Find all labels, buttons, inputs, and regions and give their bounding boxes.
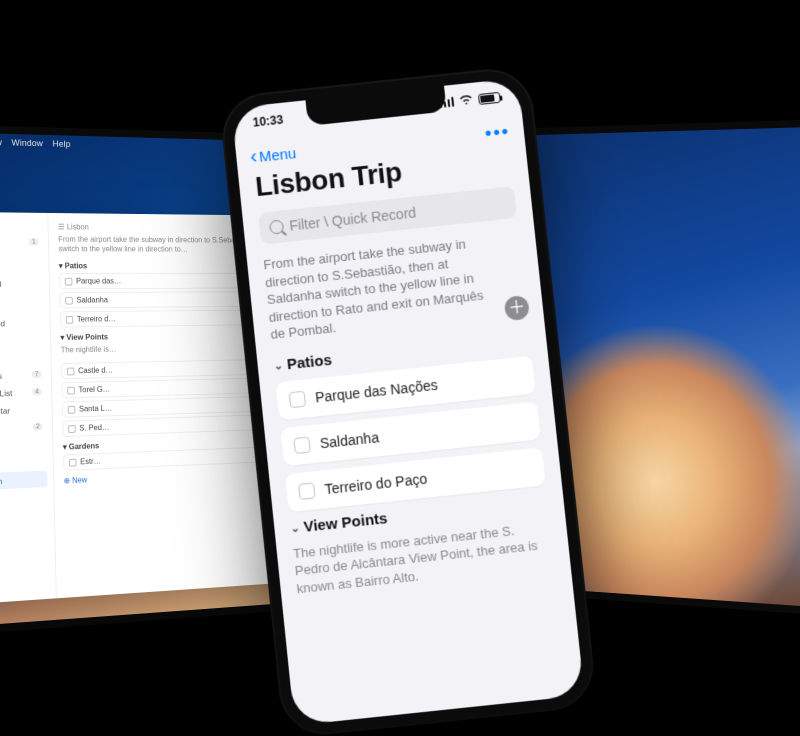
- count-badge: 1: [29, 239, 39, 246]
- more-button[interactable]: •••: [484, 120, 511, 143]
- sidebar-item-project[interactable]: ☰Project Star: [0, 401, 46, 420]
- menu-window[interactable]: Window: [11, 138, 43, 148]
- checkbox-icon[interactable]: [66, 315, 74, 323]
- checkbox-icon[interactable]: [293, 436, 311, 454]
- back-button[interactable]: ‹ Menu: [249, 143, 297, 168]
- section-title: View Points: [303, 510, 388, 536]
- count-badge: 4: [32, 388, 42, 395]
- menu-view[interactable]: View: [0, 137, 2, 147]
- checkbox-icon[interactable]: [67, 386, 75, 394]
- back-label: Menu: [258, 145, 297, 166]
- sidebar-item-label: Project Star: [0, 405, 10, 416]
- search-icon: [269, 219, 284, 234]
- sidebar-item-groceries[interactable]: ☰Groceries7: [0, 366, 45, 385]
- iphone-content: Lisbon Trip Filter \ Quick Record From t…: [238, 141, 585, 726]
- sidebar-item-label: Upcoming: [0, 278, 2, 288]
- sidebar-item-deleted[interactable]: 🗑Deleted: [0, 332, 45, 350]
- sidebar-item-overdue[interactable]: ⏰Overdue: [0, 291, 44, 308]
- checkbox-icon[interactable]: [68, 405, 76, 413]
- sidebar-item-completed[interactable]: ✔︎Completed: [0, 314, 44, 332]
- sidebar-item-upcoming[interactable]: 📅Upcoming: [0, 274, 43, 291]
- chevron-down-icon: ⌄: [290, 521, 301, 535]
- iphone-screen: 10:33 ‹ Menu ••• Lisb: [231, 78, 584, 726]
- checkbox-icon[interactable]: [69, 458, 77, 466]
- battery-icon: [478, 91, 501, 104]
- checkbox-icon[interactable]: [68, 425, 76, 433]
- chevron-left-icon: ‹: [249, 146, 258, 166]
- search-placeholder: Filter \ Quick Record: [289, 205, 417, 234]
- chevron-down-icon: ⌄: [273, 359, 283, 373]
- add-button[interactable]: ＋: [504, 295, 530, 321]
- checkbox-icon[interactable]: [65, 277, 73, 285]
- sidebar-item-inbox[interactable]: 📥 Inbox 1: [0, 233, 42, 250]
- new-list-button[interactable]: ⊕New List: [0, 514, 49, 530]
- status-time: 10:33: [252, 113, 284, 130]
- sidebar-item-label: Lisbon: [0, 476, 3, 487]
- sidebar-item-label: Groceries: [0, 371, 2, 382]
- sidebar-item-label: Completed: [0, 318, 5, 328]
- count-badge: 7: [32, 371, 42, 378]
- sidebar-item-reading[interactable]: ☰Reading List4: [0, 384, 46, 403]
- checkbox-icon[interactable]: [298, 482, 316, 500]
- menu-help[interactable]: Help: [52, 139, 70, 149]
- sidebar-item-today[interactable]: ★Today: [0, 257, 43, 274]
- trip-note: From the airport take the subway in dire…: [263, 230, 528, 344]
- count-badge: 2: [33, 423, 43, 430]
- sidebar-item-paris[interactable]: ☰Paris: [0, 488, 48, 509]
- task-label: Saldanha: [319, 429, 380, 451]
- plus-icon: ＋: [507, 298, 526, 317]
- checkbox-icon[interactable]: [289, 390, 307, 408]
- app-sidebar: 📥 Inbox 1 ★Today 📅Upcoming ⏰Overdue ✔︎Co…: [0, 212, 57, 606]
- task-label: Terreiro do Paço: [324, 470, 428, 497]
- wifi-icon: [458, 93, 474, 108]
- sidebar-section-header: Lists: [0, 356, 45, 367]
- ellipsis-icon: •••: [484, 120, 511, 142]
- checkbox-icon[interactable]: [65, 296, 73, 304]
- checkbox-icon[interactable]: [67, 367, 75, 375]
- sidebar-item-label: Reading List: [0, 388, 12, 399]
- task-label: Parque das Nações: [314, 376, 438, 405]
- section-title: Patios: [286, 351, 332, 373]
